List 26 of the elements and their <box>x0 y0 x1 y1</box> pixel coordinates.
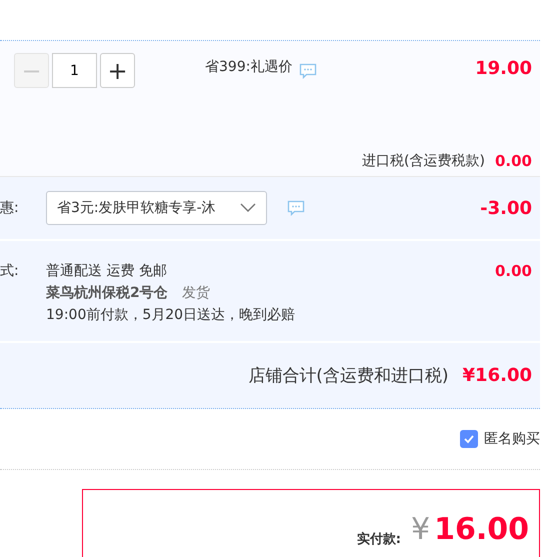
chat-icon[interactable] <box>287 200 305 216</box>
plus-button[interactable]: + <box>100 53 135 88</box>
dispatch-text: 发货 <box>182 285 210 301</box>
warehouse-name: 菜鸟杭州保税2号仓 <box>46 285 168 301</box>
currency-symbol: ¥ <box>411 512 430 547</box>
chevron-down-icon <box>240 203 256 213</box>
delivery-promise: 19:00前付款，5月20日送达，晚到必赔 <box>46 306 296 324</box>
store-total-amount: ¥16.00 <box>462 365 532 386</box>
shipping-fee: 0.00 <box>494 262 532 280</box>
tax-amount: 0.00 <box>494 152 532 170</box>
anonymous-label: 匿名购买 <box>484 430 540 448</box>
item-price: 19.00 <box>475 58 532 79</box>
payment-amount: 16.00 <box>434 512 529 547</box>
checkbox[interactable] <box>460 430 478 448</box>
shipping-method: 普通配送 运费 免邮 <box>46 262 168 280</box>
quantity-field[interactable]: 1 <box>52 53 97 88</box>
store-total-label: 店铺合计(含运费和进口税) <box>248 365 449 387</box>
tax-label: 进口税(含运费税款) <box>362 152 485 170</box>
payment-label: 实付款: <box>356 530 401 548</box>
discount-label: 惠: <box>0 199 20 217</box>
discount-dropdown[interactable]: 省3元:发肤甲软糖专享-沐 <box>46 191 267 225</box>
checkmark-icon <box>463 434 475 444</box>
shipping-label: 式: <box>0 262 20 280</box>
promo-text: 省399:礼遇价 <box>205 58 292 76</box>
discount-amount: -3.00 <box>480 198 532 218</box>
chat-icon[interactable] <box>299 63 318 79</box>
